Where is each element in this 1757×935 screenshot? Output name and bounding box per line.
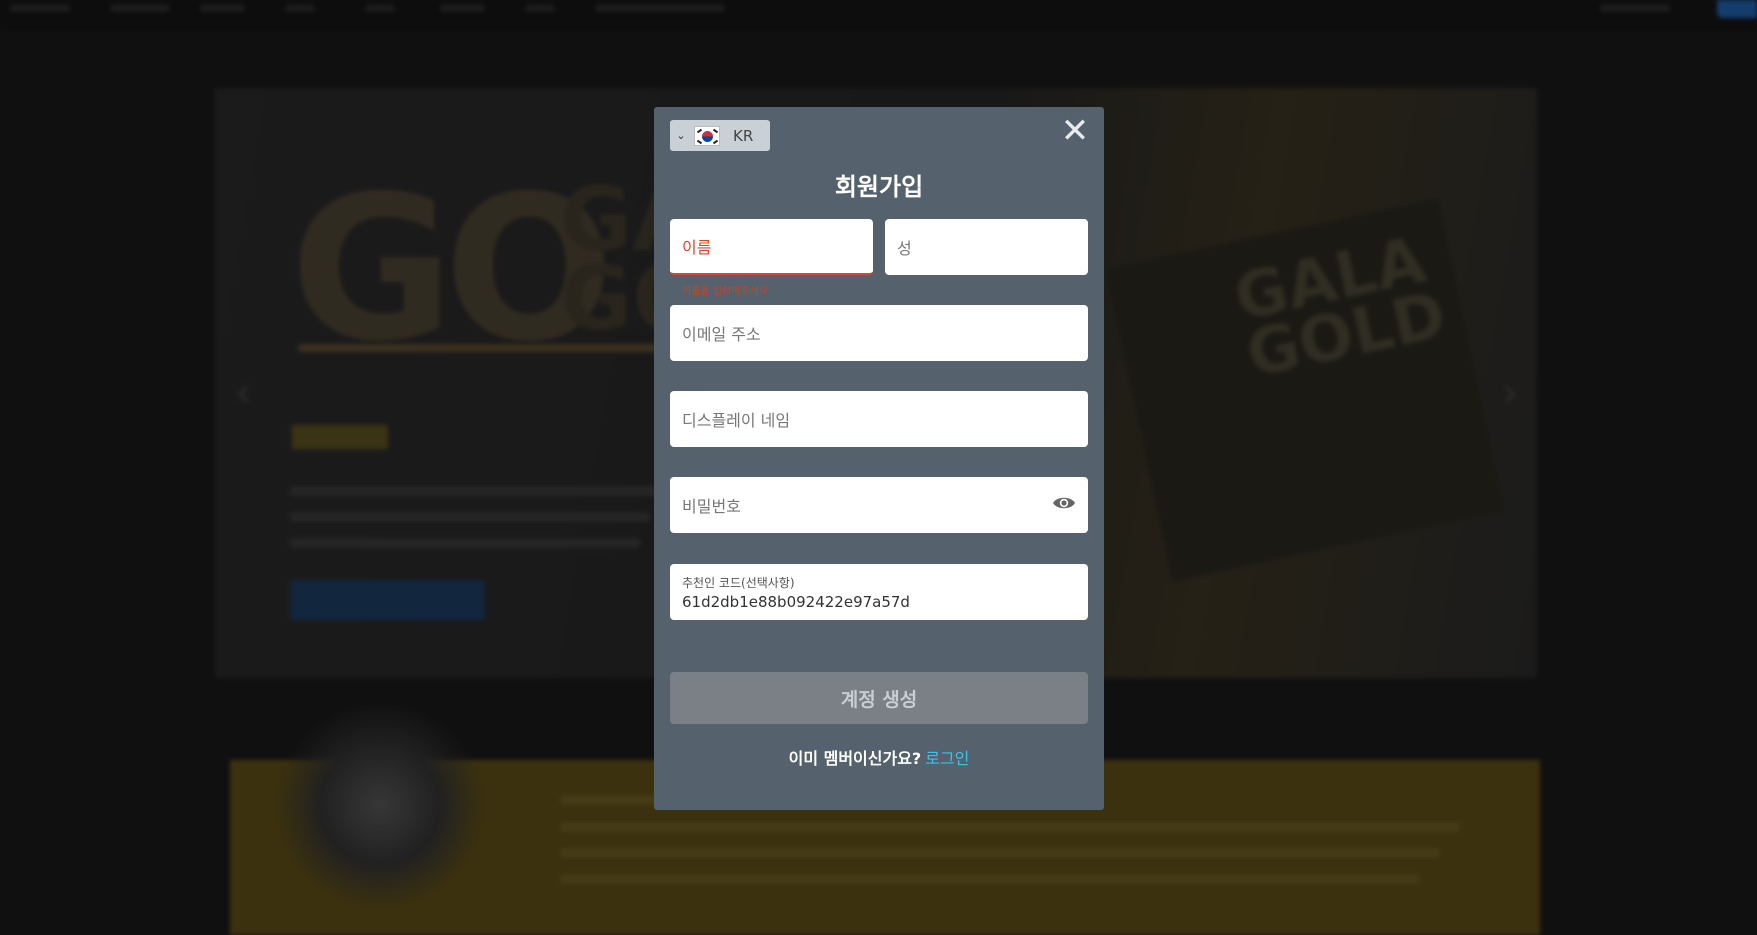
display-name-input[interactable]: 디스플레이 네임 — [670, 391, 1088, 447]
display-name-placeholder: 디스플레이 네임 — [682, 411, 791, 430]
country-select[interactable]: ⌄ KR — [670, 120, 770, 151]
south-korea-flag-icon — [694, 125, 720, 146]
first-name-error: 이름을 입력해주세요 — [682, 286, 768, 297]
email-input[interactable]: 이메일 주소 — [670, 305, 1088, 361]
referral-code-value: 61d2db1e88b092422e97a57d — [682, 593, 910, 611]
login-prompt: 이미 멤버이신가요? 로그인 — [654, 745, 1104, 769]
eye-icon[interactable] — [1052, 495, 1076, 511]
signup-modal: ⌄ KR ✕ 회원가입 이름 성 이름을 입력해주세요 이메일 주소 디스플레이… — [654, 107, 1104, 810]
first-name-input[interactable]: 이름 — [670, 219, 873, 275]
close-icon[interactable]: ✕ — [1060, 114, 1090, 148]
referral-code-input[interactable]: 추천인 코드(선택사항) 61d2db1e88b092422e97a57d — [670, 564, 1088, 620]
login-link[interactable]: 로그인 — [925, 749, 969, 768]
password-placeholder: 비밀번호 — [682, 497, 741, 516]
email-placeholder: 이메일 주소 — [682, 325, 761, 344]
login-prompt-text: 이미 멤버이신가요? — [788, 749, 922, 768]
create-account-button[interactable]: 계정 생성 — [670, 672, 1088, 724]
chevron-down-icon: ⌄ — [676, 129, 686, 142]
password-input[interactable]: 비밀번호 — [670, 477, 1088, 533]
country-code: KR — [733, 126, 754, 145]
first-name-placeholder: 이름 — [682, 238, 712, 257]
last-name-placeholder: 성 — [897, 239, 912, 258]
modal-title: 회원가입 — [834, 173, 924, 201]
last-name-input[interactable]: 성 — [885, 219, 1088, 275]
referral-code-label: 추천인 코드(선택사항) — [682, 576, 795, 590]
